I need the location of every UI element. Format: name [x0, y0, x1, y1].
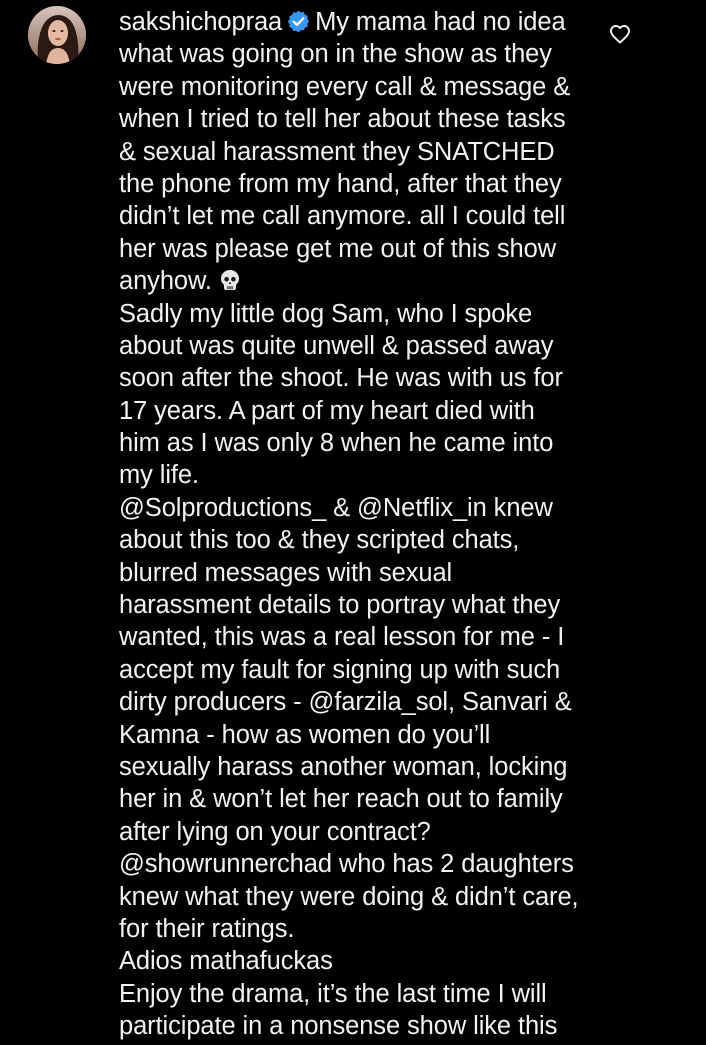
comment-line: what was going on in the show as they — [119, 40, 552, 69]
comment-line-with-emoji: anyhow. — [119, 265, 599, 297]
comment-line: soon after the shoot. He was with us for — [119, 364, 563, 393]
comment-line: Adios mathafuckas — [119, 947, 333, 976]
comment-line: & sexual harassment they SNATCHED — [119, 137, 555, 166]
comment-line: wanted, this was a real lesson for me - … — [119, 623, 565, 652]
comment-line: after lying on your contract? — [119, 817, 431, 846]
comment-line: harassment details to portray what they — [119, 591, 561, 620]
comment-line: blurred messages with sexual — [119, 558, 453, 587]
skull-emoji-icon — [220, 270, 239, 291]
verified-badge-icon — [288, 10, 310, 33]
comment-line: accept my fault for signing up with such — [119, 655, 561, 684]
comment-line: Kamna - how as women do you’ll — [119, 720, 491, 749]
comment-line: him as I was only 8 when he came into — [119, 429, 554, 458]
comment-line: were monitoring every call & message & — [119, 72, 571, 101]
username-link[interactable]: sakshichopraa — [119, 8, 282, 36]
comment-line: about this too & they scripted chats, — [119, 526, 520, 555]
avatar-image — [28, 6, 86, 64]
avatar[interactable] — [28, 6, 86, 64]
comment-line: Enjoy the drama, it’s the last time I wi… — [119, 979, 547, 1008]
comment-line: participate in a nonsense show like this — [119, 1012, 558, 1041]
comment-line: knew what they were doing & didn’t care, — [119, 882, 579, 911]
comment-line: sexually harass another woman, locking — [119, 752, 568, 781]
comment-line: dirty producers - @farzila_sol, Sanvari … — [119, 688, 572, 717]
comment-line: 17 years. A part of my heart died with — [119, 396, 535, 425]
comment-line: about was quite unwell & passed away — [119, 331, 554, 360]
comment-text: sakshichopraa My mama had no idea what w… — [119, 6, 599, 1043]
comment-line: didn’t let me call anymore. all I could … — [119, 202, 566, 231]
comment-line: when I tried to tell her about these tas… — [119, 105, 566, 134]
comment-line: her in & won’t let her reach out to fami… — [119, 785, 563, 814]
comment-line: the phone from my hand, after that they — [119, 169, 562, 198]
comment-line: @Solproductions_ & @Netflix_in knew — [119, 493, 553, 522]
comment-line: Sadly my little dog Sam, who I spoke — [119, 299, 533, 328]
comment-line: @showrunnerchad who has 2 daughters — [119, 850, 574, 879]
comment-line: my life. — [119, 461, 199, 490]
comment-line: My mama had no idea — [315, 8, 566, 36]
comment-first-line: sakshichopraa My mama had no idea — [119, 6, 599, 38]
comment-line: her was please get me out of this show — [119, 234, 557, 263]
comment-row: sakshichopraa My mama had no idea what w… — [0, 0, 706, 1045]
comment-line: anyhow. — [119, 267, 212, 296]
comment-line: for their ratings. — [119, 914, 295, 943]
heart-outline-icon[interactable] — [608, 22, 632, 46]
